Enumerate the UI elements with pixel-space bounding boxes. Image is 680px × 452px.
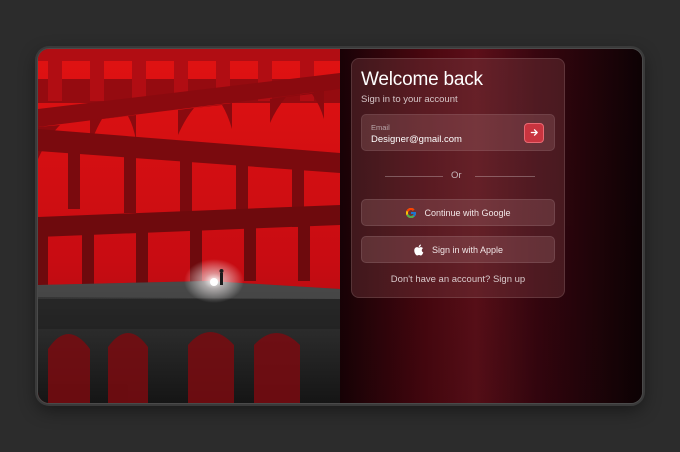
divider-right	[475, 176, 535, 177]
apple-button-label: Sign in with Apple	[431, 244, 504, 255]
google-logo-icon	[405, 207, 417, 219]
email-field[interactable]: Email Designer@gmail.com	[361, 114, 555, 151]
submit-button[interactable]	[524, 123, 544, 143]
divider-label: Or	[451, 170, 462, 181]
login-card: Welcome back Sign in to your account Ema…	[351, 58, 565, 298]
arrow-right-icon	[530, 124, 539, 142]
email-input[interactable]: Designer@gmail.com	[371, 134, 462, 145]
email-label: Email	[371, 123, 390, 132]
google-sign-in-button[interactable]: Continue with Google	[361, 199, 555, 226]
page-subtitle: Sign in to your account	[361, 94, 458, 105]
page-title: Welcome back	[361, 69, 483, 90]
hero-artwork	[38, 49, 340, 403]
google-button-label: Continue with Google	[424, 207, 511, 218]
apple-logo-icon	[413, 243, 425, 256]
divider-left	[385, 176, 443, 177]
sign-up-link[interactable]: Don't have an account? Sign up	[352, 274, 564, 285]
apple-sign-in-button[interactable]: Sign in with Apple	[361, 236, 555, 263]
